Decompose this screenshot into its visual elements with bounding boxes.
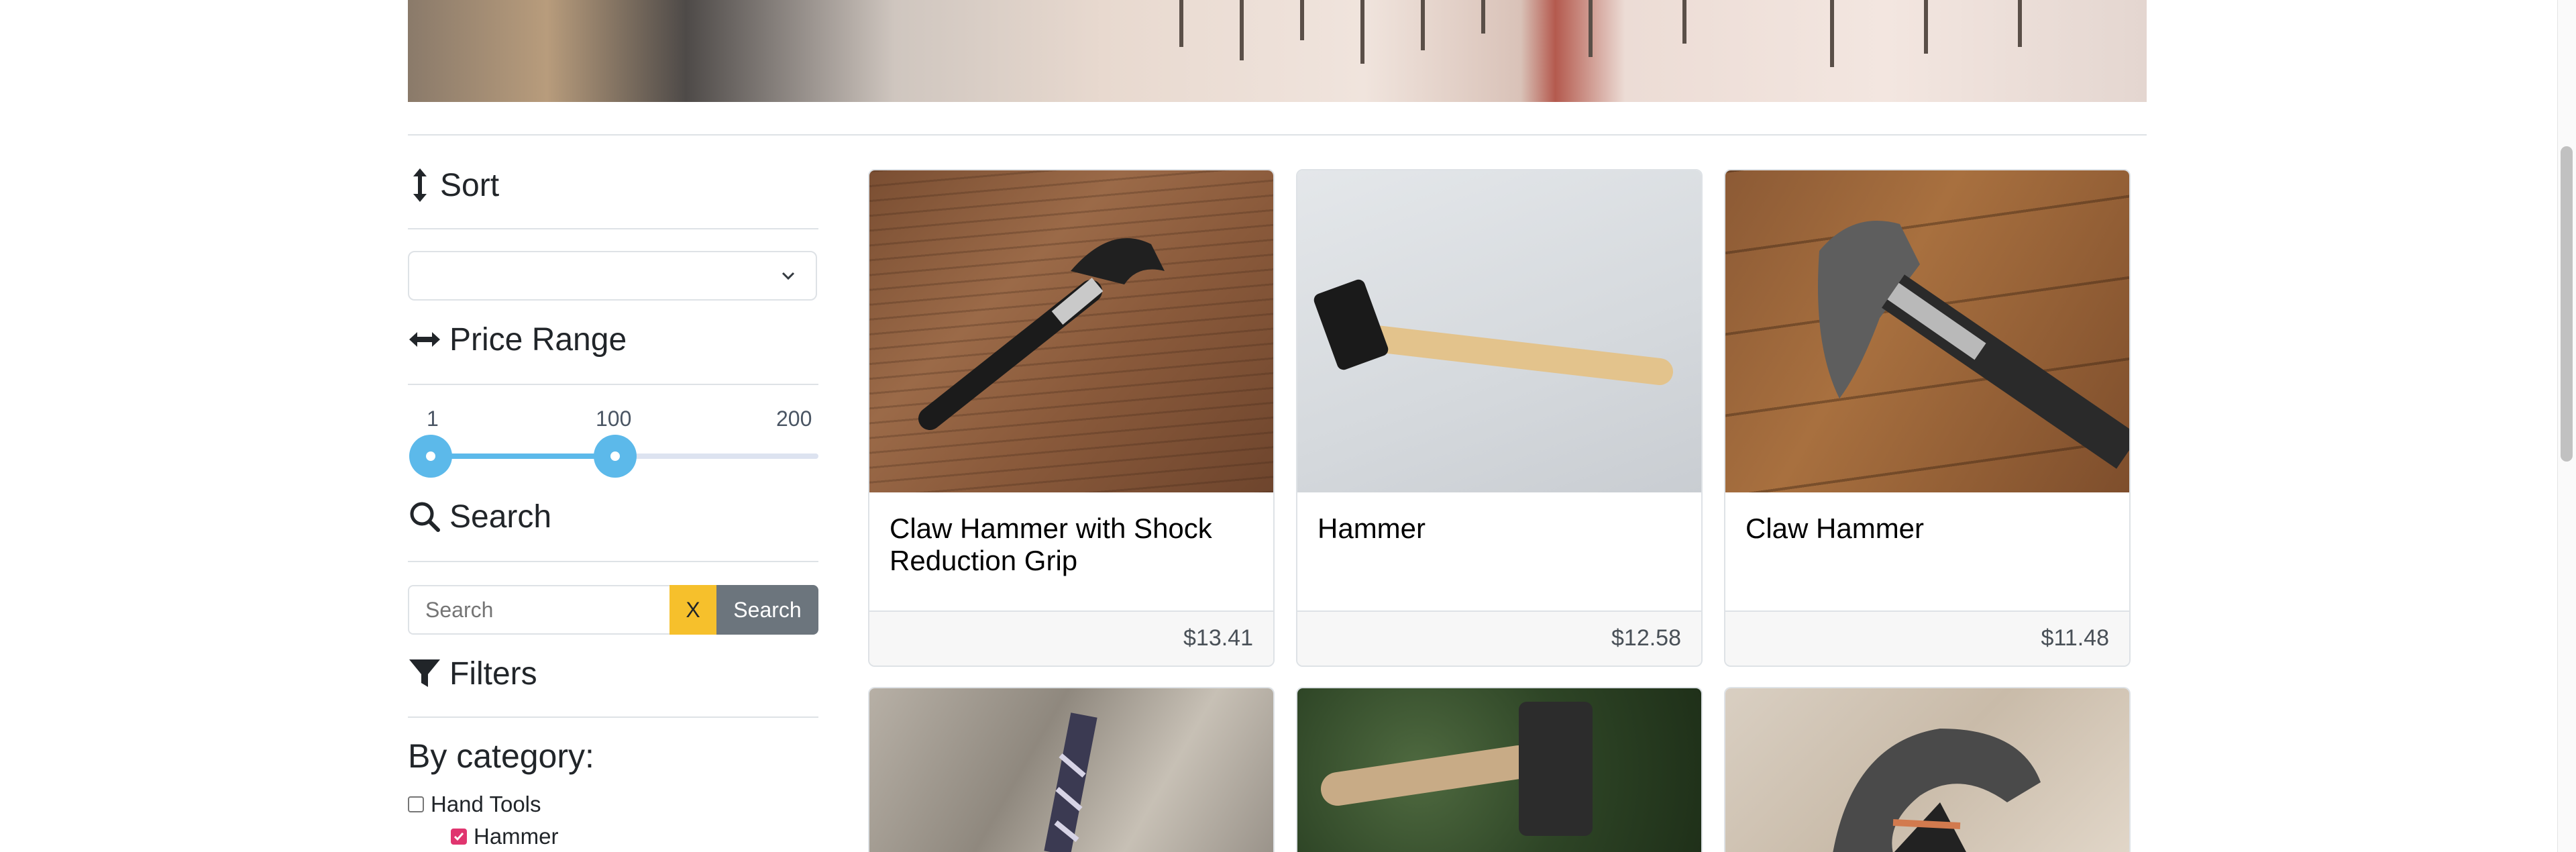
product-footer: $11.48: [1725, 610, 2129, 665]
product-price: $11.48: [2041, 625, 2109, 651]
page-scrollbar-thumb[interactable]: [2561, 146, 2573, 462]
product-card[interactable]: [1724, 687, 2131, 852]
product-price: $12.58: [1611, 625, 1681, 651]
search-icon: [408, 498, 441, 535]
page: Sort Price Range 1 100 200 Search X Sear…: [0, 0, 2576, 852]
product-title[interactable]: Claw Hammer with Shock Reduction Grip: [890, 513, 1252, 577]
by-category-heading: By category:: [408, 737, 594, 775]
price-slider-selected-range: [431, 454, 615, 459]
product-image[interactable]: [869, 688, 1273, 852]
product-title[interactable]: Claw Hammer: [1746, 513, 2108, 545]
category-hand-tools-checkbox[interactable]: [408, 796, 424, 812]
top-divider: [408, 134, 2147, 136]
product-image[interactable]: [869, 170, 1273, 492]
checkmark-icon: [453, 833, 464, 841]
product-image[interactable]: [1725, 688, 2129, 852]
chevron-down-icon: [780, 267, 797, 288]
sort-heading-label: Sort: [440, 167, 500, 203]
filters-heading-label: Filters: [449, 655, 537, 692]
price-value-label: 100: [596, 407, 632, 431]
category-hand-tools[interactable]: Hand Tools: [408, 792, 541, 817]
price-range-heading-label: Price Range: [449, 321, 627, 358]
search-rule: [408, 561, 818, 562]
search-heading: Search: [408, 498, 551, 535]
filter-icon: [408, 655, 441, 692]
sort-select[interactable]: [408, 251, 817, 301]
category-hammer-label: Hammer: [474, 824, 559, 849]
product-image[interactable]: [1297, 170, 1701, 492]
product-price: $13.41: [1183, 625, 1253, 651]
product-image[interactable]: [1725, 170, 2129, 492]
category-hand-tools-label: Hand Tools: [431, 792, 541, 816]
category-hammer-checkbox[interactable]: [451, 829, 467, 845]
product-card[interactable]: Claw Hammer $11.48: [1724, 169, 2131, 667]
arrows-vertical-icon: [408, 166, 432, 204]
price-slider-min-handle[interactable]: [409, 435, 452, 478]
category-hammer[interactable]: Hammer: [451, 824, 559, 849]
sort-rule: [408, 228, 818, 229]
filters-rule: [408, 716, 818, 718]
search-heading-label: Search: [449, 498, 552, 535]
search-input[interactable]: [408, 585, 669, 635]
price-min-label: 1: [427, 407, 439, 431]
clear-search-button[interactable]: X: [669, 585, 716, 635]
product-image[interactable]: [1297, 688, 1701, 852]
price-range-heading: Price Range: [408, 321, 627, 358]
hero-banner-image: [408, 0, 2147, 102]
product-card[interactable]: Hammer $12.58: [1296, 169, 1703, 667]
product-footer: $12.58: [1297, 610, 1701, 665]
price-slider-max-handle[interactable]: [593, 435, 637, 478]
search-button[interactable]: Search: [716, 585, 818, 635]
product-footer: $13.41: [869, 610, 1273, 665]
product-card[interactable]: [868, 687, 1275, 852]
product-card[interactable]: Claw Hammer with Shock Reduction Grip $1…: [868, 169, 1275, 667]
filters-heading: Filters: [408, 655, 537, 692]
product-title[interactable]: Hammer: [1318, 513, 1680, 545]
price-max-label: 200: [776, 407, 812, 431]
sort-heading: Sort: [408, 166, 499, 204]
product-card[interactable]: [1296, 687, 1703, 852]
price-range-rule: [408, 384, 818, 385]
arrows-horizontal-icon: [408, 321, 441, 358]
